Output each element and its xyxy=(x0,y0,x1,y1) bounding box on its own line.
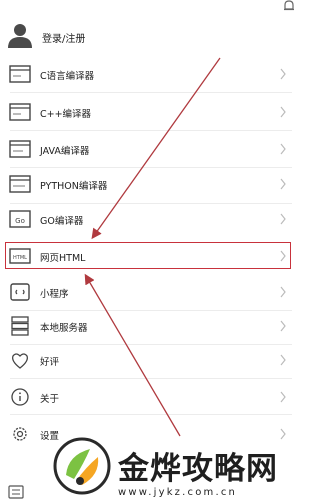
chevron-right-icon xyxy=(280,391,286,403)
menu-item-local-server[interactable]: 本地服务器 xyxy=(0,308,300,344)
menu-item-label: C语言编译器 xyxy=(40,71,95,82)
highlight-box xyxy=(5,242,291,269)
mini-program-icon xyxy=(10,283,30,301)
server-icon xyxy=(11,316,29,336)
menu-item-label: 好评 xyxy=(40,357,60,368)
chevron-right-icon xyxy=(280,213,286,225)
menu-item-label: 小程序 xyxy=(40,289,69,300)
menu-item-c-compiler[interactable]: C语言编译器 xyxy=(0,56,300,92)
menu-item-label: PYTHON编译器 xyxy=(40,181,108,192)
menu-item-label: 关于 xyxy=(40,394,60,405)
avatar-icon xyxy=(8,24,32,48)
info-icon xyxy=(11,388,29,406)
watermark-logo xyxy=(53,437,111,495)
chevron-right-icon xyxy=(280,178,286,190)
chevron-right-icon xyxy=(280,286,286,298)
menu-item-mini-program[interactable]: 小程序 xyxy=(0,274,300,310)
menu-item-label: C++编译器 xyxy=(40,109,92,120)
c-compiler-icon xyxy=(9,65,31,83)
chevron-right-icon xyxy=(280,320,286,332)
menu-item-label: JAVA编译器 xyxy=(40,146,90,157)
chevron-right-icon xyxy=(280,354,286,366)
gear-icon xyxy=(13,427,27,441)
menu-item-java-compiler[interactable]: JAVA编译器 xyxy=(0,131,300,167)
menu-item-label: GO编译器 xyxy=(40,216,84,227)
chevron-right-icon xyxy=(280,68,286,80)
python-compiler-icon xyxy=(9,175,31,193)
menu-item-label: 本地服务器 xyxy=(40,323,88,334)
cpp-compiler-icon xyxy=(9,103,31,121)
keyboard-icon[interactable] xyxy=(8,485,24,499)
menu-item-about[interactable]: 关于 xyxy=(0,379,300,415)
login-register-label: 登录/注册 xyxy=(42,34,86,45)
menu-item-cpp-compiler[interactable]: C++编译器 xyxy=(0,94,300,130)
watermark: 金烨攻略网 www.jykz.com.cn xyxy=(52,435,300,504)
watermark-title: 金烨攻略网 xyxy=(118,451,278,487)
go-compiler-icon: Go xyxy=(9,210,31,228)
svg-text:Go: Go xyxy=(15,217,25,225)
chevron-right-icon xyxy=(280,106,286,118)
divider xyxy=(10,414,292,415)
watermark-url: www.jykz.com.cn xyxy=(118,487,238,498)
menu-item-python-compiler[interactable]: PYTHON编译器 xyxy=(0,166,300,202)
bell-icon[interactable] xyxy=(281,0,297,12)
menu-item-good-review[interactable]: 好评 xyxy=(0,342,300,378)
login-register-row[interactable]: 登录/注册 xyxy=(0,18,300,58)
divider xyxy=(10,92,292,93)
menu-item-go-compiler[interactable]: Go GO编译器 xyxy=(0,201,300,237)
heart-icon xyxy=(12,353,28,369)
chevron-right-icon xyxy=(280,143,286,155)
java-compiler-icon xyxy=(9,140,31,158)
